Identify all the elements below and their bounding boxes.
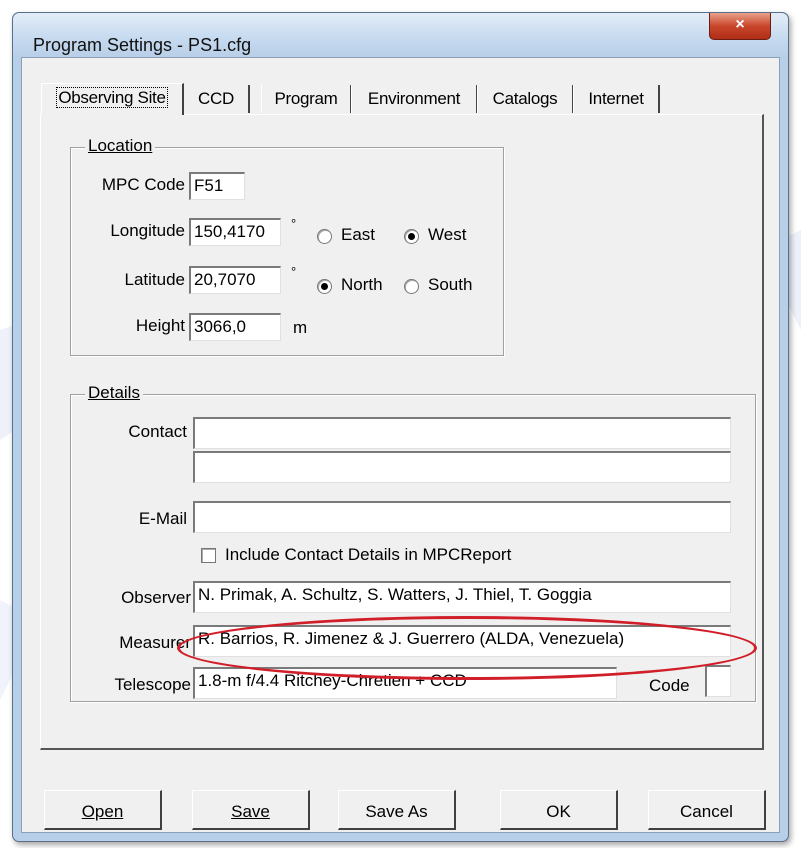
mpc-code-input[interactable]: F51 <box>189 172 245 200</box>
include-contact-checkbox[interactable] <box>201 548 216 563</box>
save-button[interactable]: Save <box>192 790 310 830</box>
latitude-degree-unit: ° <box>291 264 297 279</box>
measurer-input[interactable]: R. Barrios, R. Jimenez & J. Guerrero (AL… <box>193 625 731 657</box>
longitude-degree-unit: ° <box>291 216 297 231</box>
email-label: E-Mail <box>138 509 187 528</box>
location-legend: Location <box>85 136 156 156</box>
close-icon: × <box>735 16 745 33</box>
save-as-button[interactable]: Save As <box>338 790 456 830</box>
longitude-label: Longitude <box>110 221 185 240</box>
tab-label: Catalogs <box>492 89 558 108</box>
north-label: North <box>341 275 383 294</box>
south-radio[interactable] <box>404 279 419 294</box>
ok-button[interactable]: OK <box>500 790 618 830</box>
program-settings-window: Program Settings - PS1.cfg × Observing S… <box>12 12 789 842</box>
tab-environment[interactable]: Environment <box>351 85 478 113</box>
tab-observing-site[interactable]: Observing Site <box>41 83 184 115</box>
tab-label: CCD <box>198 89 234 108</box>
measurer-label: Measurer <box>119 633 191 652</box>
east-radio[interactable] <box>317 229 332 244</box>
details-legend: Details <box>85 383 143 403</box>
tab-label: Program <box>274 89 338 108</box>
latitude-label: Latitude <box>124 270 186 289</box>
north-radio[interactable] <box>317 279 332 294</box>
details-group: Details Contact E-Mail Include Contact D… <box>70 383 756 702</box>
dialog-client-area: Observing Site CCD Program Environment C… <box>21 57 780 833</box>
ok-button-label: OK <box>546 802 571 821</box>
south-label: South <box>428 275 473 294</box>
height-label: Height <box>135 316 185 335</box>
latitude-input[interactable]: 20,7070 <box>189 266 281 294</box>
tab-label: Environment <box>367 89 461 108</box>
open-button-label: Open <box>81 802 124 821</box>
telescope-input[interactable]: 1.8-m f/4.4 Ritchey-Chretien + CCD <box>193 667 617 699</box>
include-contact-label: Include Contact Details in MPCReport <box>225 545 512 564</box>
telescope-label: Telescope <box>114 675 191 694</box>
west-label: West <box>428 225 467 244</box>
contact-label: Contact <box>128 422 187 441</box>
tab-internet[interactable]: Internet <box>573 85 660 113</box>
tab-label: Observing Site <box>56 87 168 108</box>
contact-line1-input[interactable] <box>193 417 731 449</box>
cancel-button-label: Cancel <box>680 802 733 821</box>
code-input[interactable] <box>705 665 731 697</box>
save-as-button-label: Save As <box>365 802 428 821</box>
mpc-code-label: MPC Code <box>101 175 185 194</box>
tab-ccd[interactable]: CCD <box>183 85 250 113</box>
contact-line2-input[interactable] <box>193 451 731 483</box>
observer-label: Observer <box>121 588 191 607</box>
window-title: Program Settings - PS1.cfg <box>33 35 252 55</box>
close-button[interactable]: × <box>709 13 771 40</box>
code-label: Code <box>649 676 690 695</box>
email-input[interactable] <box>193 501 731 533</box>
height-input[interactable]: 3066,0 <box>189 313 281 341</box>
save-button-label: Save <box>231 802 270 821</box>
west-radio[interactable] <box>404 229 419 244</box>
east-label: East <box>341 225 376 244</box>
tab-label: Internet <box>588 89 644 108</box>
longitude-input[interactable]: 150,4170 <box>189 218 281 246</box>
tab-program[interactable]: Program <box>261 85 352 113</box>
height-unit: m <box>293 318 308 337</box>
cancel-button[interactable]: Cancel <box>648 790 766 830</box>
location-group: Location MPC Code F51 Longitude 150,4170… <box>70 136 504 356</box>
tab-catalogs[interactable]: Catalogs <box>477 85 574 113</box>
title-bar: Program Settings - PS1.cfg × <box>13 13 788 57</box>
observer-input[interactable]: N. Primak, A. Schultz, S. Watters, J. Th… <box>193 581 731 613</box>
open-button[interactable]: Open <box>44 790 162 830</box>
